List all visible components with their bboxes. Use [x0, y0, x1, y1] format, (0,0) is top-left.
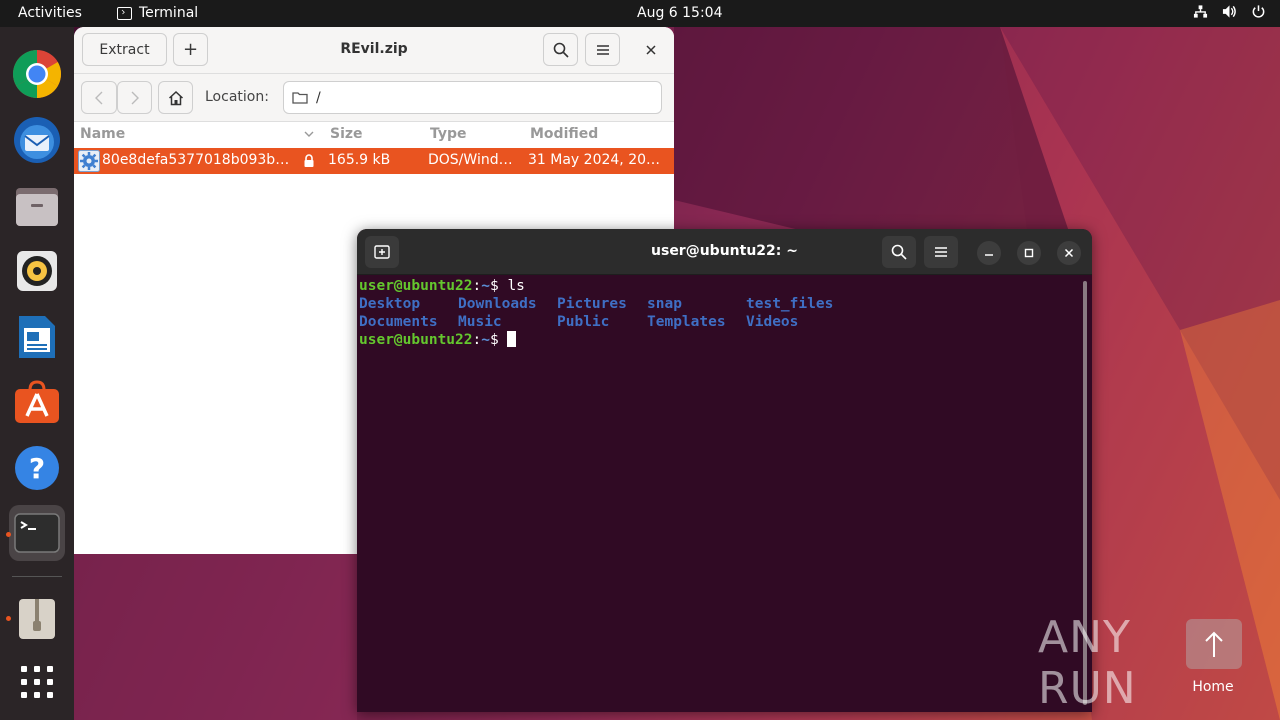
- app-menu-label: Terminal: [139, 5, 199, 21]
- thunderbird-icon[interactable]: [9, 112, 65, 168]
- system-tray[interactable]: [1193, 4, 1266, 19]
- lock-icon: [304, 154, 314, 167]
- column-type[interactable]: Type: [430, 126, 467, 142]
- prompt-path: ~: [481, 332, 490, 348]
- app-menu[interactable]: Terminal: [117, 5, 198, 21]
- list-item: snap: [647, 296, 682, 312]
- dock: ?: [0, 27, 74, 720]
- prompt-end: $: [489, 278, 508, 294]
- menu-button[interactable]: [585, 33, 620, 66]
- terminal-line-prompt: user@ubuntu22:~$: [359, 331, 1079, 349]
- anyrun-watermark: ANY RUN: [1038, 612, 1137, 714]
- file-type: DOS/Wind…: [428, 152, 513, 168]
- archive-header-bar: Extract + REvil.zip: [74, 27, 674, 74]
- list-item: Pictures: [557, 296, 627, 312]
- prompt-end: $: [489, 332, 508, 348]
- file-modified: 31 May 2024, 20…: [528, 152, 661, 168]
- terminal-line-command: user@ubuntu22:~$ ls: [359, 277, 1079, 295]
- list-item: Documents: [359, 314, 438, 330]
- forward-button[interactable]: [117, 81, 152, 114]
- list-item: Downloads: [458, 296, 537, 312]
- list-item: Public: [557, 314, 610, 330]
- back-button[interactable]: [81, 81, 117, 114]
- search-button[interactable]: [543, 33, 578, 66]
- rhythmbox-icon[interactable]: [9, 243, 65, 299]
- activities-button[interactable]: Activities: [18, 5, 82, 21]
- file-name: 80e8defa5377018b093b…: [102, 152, 290, 168]
- list-item: Desktop: [359, 296, 421, 312]
- location-toolbar: Location: /: [74, 74, 674, 122]
- svg-text:?: ?: [29, 452, 45, 485]
- power-icon: [1252, 5, 1265, 18]
- column-size[interactable]: Size: [330, 126, 363, 142]
- close-icon: [1064, 248, 1074, 258]
- home-icon: [168, 90, 183, 105]
- terminal-header-bar: user@ubuntu22: ~: [357, 229, 1092, 275]
- prompt-path: ~: [481, 278, 490, 294]
- terminal-close-button[interactable]: [1057, 241, 1081, 265]
- folder-icon: [292, 92, 308, 104]
- terminal-icon[interactable]: [9, 505, 65, 561]
- prompt-user: user@ubuntu22: [359, 278, 473, 294]
- app-grid-icon[interactable]: [9, 654, 65, 710]
- location-label: Location:: [205, 89, 269, 105]
- location-value: /: [316, 89, 321, 106]
- chrome-icon[interactable]: [9, 46, 65, 102]
- terminal-search-button[interactable]: [882, 236, 916, 268]
- list-item: Templates: [647, 314, 726, 330]
- maximize-icon: [1024, 248, 1034, 258]
- clock[interactable]: Aug 6 15:04: [637, 5, 723, 21]
- column-header: Name Size Type Modified: [74, 123, 674, 147]
- command-text: ls: [507, 278, 525, 294]
- help-icon[interactable]: ?: [9, 440, 65, 496]
- search-icon: [891, 244, 907, 260]
- text-cursor: [507, 331, 517, 347]
- chevron-right-icon: [131, 91, 139, 104]
- chevron-left-icon: [95, 91, 103, 104]
- column-name[interactable]: Name: [80, 126, 125, 142]
- home-button[interactable]: [158, 81, 193, 114]
- minimize-button[interactable]: [977, 241, 1001, 265]
- hamburger-icon: [596, 44, 609, 55]
- prompt-separator: :: [472, 332, 482, 348]
- file-size: 165.9 kB: [328, 152, 391, 168]
- files-icon[interactable]: [9, 178, 65, 234]
- minimize-icon: [985, 254, 993, 256]
- location-field[interactable]: /: [283, 81, 662, 114]
- terminal-output[interactable]: user@ubuntu22:~$ ls Desktop Downloads Pi…: [359, 277, 1079, 707]
- writer-icon[interactable]: [9, 309, 65, 365]
- sort-chevron-down-icon: [304, 131, 314, 137]
- dock-separator: [12, 576, 62, 577]
- listing-line-1: Desktop Downloads Pictures snap test_fil…: [359, 295, 1079, 313]
- network-icon: [1193, 5, 1208, 18]
- terminal-running-indicator: [6, 532, 11, 537]
- maximize-button[interactable]: [1017, 241, 1041, 265]
- app-center-icon[interactable]: [9, 374, 65, 430]
- volume-icon: [1222, 5, 1236, 18]
- terminal-window: user@ubuntu22: ~ user@ubuntu22:~$ ls Des…: [357, 229, 1092, 712]
- listing-line-2: Documents Music Public Templates Videos: [359, 313, 1079, 331]
- close-icon: [646, 45, 656, 55]
- prompt-user: user@ubuntu22: [359, 332, 473, 348]
- list-item: test_files: [746, 296, 834, 312]
- list-item: Videos: [746, 314, 799, 330]
- executable-gear-icon: [78, 150, 100, 172]
- archive-manager-icon[interactable]: [9, 591, 65, 647]
- terminal-menu-button[interactable]: [924, 236, 958, 268]
- close-button[interactable]: [642, 41, 660, 59]
- archive-running-indicator: [6, 616, 11, 621]
- list-item: Music: [458, 314, 502, 330]
- top-bar: Activities Terminal Aug 6 15:04: [0, 0, 1280, 27]
- table-row[interactable]: 80e8defa5377018b093b… 165.9 kB DOS/Wind……: [74, 148, 674, 174]
- hamburger-icon: [935, 247, 947, 257]
- prompt-separator: :: [472, 278, 482, 294]
- home-folder-label: Home: [1192, 679, 1234, 695]
- column-modified[interactable]: Modified: [530, 126, 598, 142]
- window-title: REvil.zip: [340, 41, 408, 57]
- search-icon: [553, 42, 569, 58]
- terminal-small-icon: [117, 6, 132, 20]
